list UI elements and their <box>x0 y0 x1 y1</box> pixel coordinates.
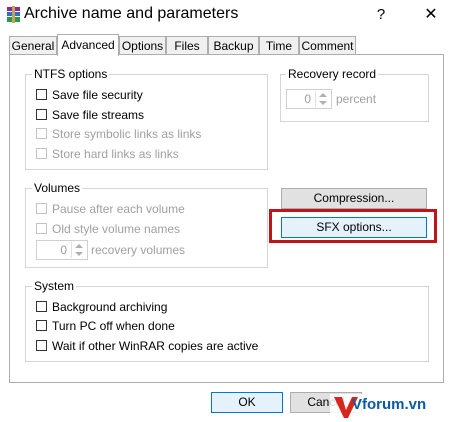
spin-down-icon[interactable] <box>319 101 327 105</box>
turn-pc-off-checkbox[interactable]: Turn PC off when done <box>36 318 336 334</box>
spinner-value: 0 <box>60 243 67 257</box>
checkbox-label: Store hard links as links <box>52 147 179 161</box>
winrar-app-icon <box>7 6 20 23</box>
recovery-volumes-label: recovery volumes <box>91 243 186 257</box>
checkbox-label: Pause after each volume <box>52 202 185 216</box>
volumes-legend: Volumes <box>32 181 83 195</box>
window-title: Archive name and parameters <box>24 5 239 22</box>
recovery-percent-label: percent <box>336 92 377 106</box>
tab-files[interactable]: Files <box>166 36 208 54</box>
checkbox-box[interactable] <box>36 89 47 100</box>
tab-time[interactable]: Time <box>259 36 299 54</box>
save-file-security-checkbox[interactable]: Save file security <box>36 87 236 103</box>
wait-other-copies-checkbox[interactable]: Wait if other WinRAR copies are active <box>36 338 366 354</box>
checkbox-label: Background archiving <box>52 300 168 314</box>
checkbox-label: Save file streams <box>52 108 145 122</box>
checkbox-box[interactable] <box>36 203 47 214</box>
spin-down-icon[interactable] <box>75 252 83 256</box>
checkbox-label: Store symbolic links as links <box>52 127 202 141</box>
checkbox-box[interactable] <box>36 223 47 234</box>
pause-after-volume-checkbox[interactable]: Pause after each volume <box>36 201 236 217</box>
checkbox-box[interactable] <box>36 340 47 351</box>
checkbox-label: Save file security <box>52 88 143 102</box>
help-button[interactable]: ? <box>370 4 392 26</box>
checkbox-label: Wait if other WinRAR copies are active <box>52 339 259 353</box>
title-bar: Archive name and parameters ? ✕ <box>0 0 454 32</box>
spin-up-icon[interactable] <box>319 93 327 97</box>
tab-comment[interactable]: Comment <box>299 36 356 54</box>
checkbox-box[interactable] <box>36 148 47 159</box>
close-button[interactable]: ✕ <box>420 4 442 26</box>
recovery-volumes-spinner[interactable]: 0 <box>36 240 88 260</box>
checkbox-box[interactable] <box>36 301 47 312</box>
watermark-text: Vforum.vn <box>352 396 427 413</box>
checkbox-label: Turn PC off when done <box>52 319 175 333</box>
spinner-arrows[interactable] <box>315 91 330 107</box>
recovery-percent-spinner[interactable]: 0 <box>286 89 332 109</box>
compression-button[interactable]: Compression... <box>281 188 427 209</box>
system-legend: System <box>32 279 77 293</box>
spin-up-icon[interactable] <box>75 244 83 248</box>
tab-options[interactable]: Options <box>119 36 166 54</box>
ntfs-options-legend: NTFS options <box>32 67 110 81</box>
checkbox-box[interactable] <box>36 109 47 120</box>
store-hard-links-checkbox[interactable]: Store hard links as links <box>36 146 236 162</box>
spinner-value: 0 <box>304 92 311 106</box>
checkbox-label: Old style volume names <box>52 222 181 236</box>
old-style-volume-names-checkbox[interactable]: Old style volume names <box>36 221 236 237</box>
tab-general[interactable]: General <box>9 36 57 54</box>
checkbox-box[interactable] <box>36 320 47 331</box>
ok-button[interactable]: OK <box>211 392 283 413</box>
tab-backup[interactable]: Backup <box>208 36 259 54</box>
background-archiving-checkbox[interactable]: Background archiving <box>36 299 336 315</box>
tab-advanced[interactable]: Advanced <box>57 34 119 56</box>
spinner-arrows[interactable] <box>71 242 86 258</box>
store-symbolic-links-checkbox[interactable]: Store symbolic links as links <box>36 126 236 142</box>
checkbox-box[interactable] <box>36 128 47 139</box>
recovery-record-legend: Recovery record <box>286 67 379 81</box>
highlight-frame <box>269 209 437 243</box>
save-file-streams-checkbox[interactable]: Save file streams <box>36 107 236 123</box>
